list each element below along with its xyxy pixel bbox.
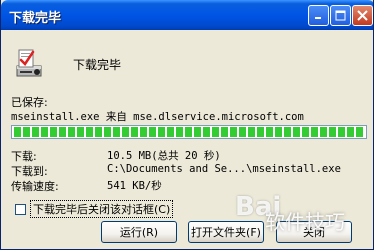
transfer-rate-value: 541 KB/秒 bbox=[107, 180, 162, 192]
close-on-complete-checkbox[interactable] bbox=[15, 203, 26, 215]
close-on-complete-option[interactable]: 下载完毕后关闭该对话框(C) bbox=[15, 200, 174, 218]
download-to-label: 下载到: bbox=[11, 165, 48, 178]
download-progress-bar bbox=[11, 125, 367, 139]
close-button[interactable]: 关闭 bbox=[276, 221, 352, 243]
maximize-icon bbox=[335, 10, 346, 21]
downloaded-label: 下载: bbox=[11, 150, 37, 163]
watermark-brand: Bai bbox=[235, 192, 282, 222]
window-title: 下载完毕 bbox=[9, 11, 62, 26]
download-to-value: C:\Documents and Se...\mseinstall.exe bbox=[107, 163, 341, 175]
close-window-button[interactable] bbox=[352, 5, 373, 26]
source-file-line: mseinstall.exe 来自 mse.dlservice.microsof… bbox=[11, 111, 304, 123]
download-complete-dialog: 下载完毕 下载完毕 已保存: mseinstall.exe 来自 mse.dls… bbox=[0, 0, 374, 250]
title-bar[interactable]: 下载完毕 bbox=[1, 0, 373, 30]
open-folder-button[interactable]: 打开文件夹(F) bbox=[188, 221, 264, 243]
transfer-rate-label: 传输速度: bbox=[11, 180, 59, 193]
download-complete-icon bbox=[16, 49, 42, 77]
maximize-button[interactable] bbox=[330, 5, 351, 26]
minimize-icon bbox=[315, 17, 321, 19]
close-on-complete-label[interactable]: 下载完毕后关闭该对话框(C) bbox=[30, 200, 174, 218]
saved-label: 已保存: bbox=[11, 96, 48, 109]
close-icon bbox=[357, 10, 368, 21]
downloaded-value: 10.5 MB(总共 20 秒) bbox=[107, 150, 221, 162]
minimize-button[interactable] bbox=[308, 5, 329, 26]
progress-fill bbox=[14, 127, 364, 137]
run-button[interactable]: 运行(R) bbox=[101, 221, 177, 243]
status-heading: 下载完毕 bbox=[73, 58, 122, 72]
